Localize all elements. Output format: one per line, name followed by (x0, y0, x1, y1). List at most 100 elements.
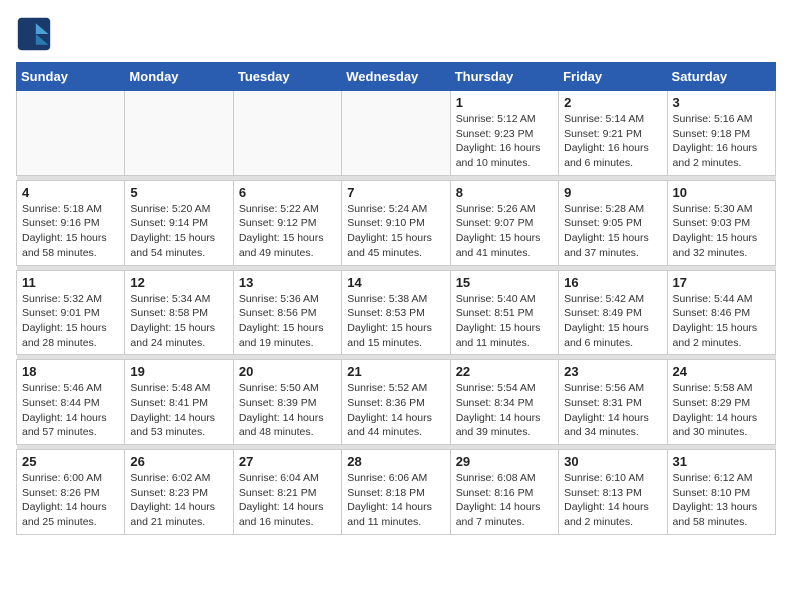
calendar-cell: 2 Sunrise: 5:14 AMSunset: 9:21 PMDaylight… (559, 91, 667, 176)
day-number: 14 (347, 275, 444, 290)
weekday-header: Wednesday (342, 63, 450, 91)
calendar-cell: 10Sunrise: 5:30 AMSunset: 9:03 PMDayligh… (667, 180, 775, 265)
calendar-cell (342, 91, 450, 176)
calendar-week-row: 25 Sunrise: 6:00 AMSunset: 8:26 PMDayligh… (17, 450, 776, 535)
calendar-cell: 6Sunrise: 5:22 AMSunset: 9:12 PMDaylight… (233, 180, 341, 265)
day-info: Sunrise: 6:00 AMSunset: 8:26 PMDaylight:… (22, 471, 119, 530)
day-number: 9 (564, 185, 661, 200)
calendar-header-row: SundayMondayTuesdayWednesdayThursdayFrid… (17, 63, 776, 91)
day-number: 16 (564, 275, 661, 290)
calendar-cell (125, 91, 233, 176)
calendar-cell (233, 91, 341, 176)
day-number: 3 (673, 95, 770, 110)
day-number: 15 (456, 275, 553, 290)
calendar-body: 1Sunrise: 5:12 AMSunset: 9:23 PMDaylight… (17, 91, 776, 535)
logo-icon (16, 16, 52, 52)
calendar-cell: 16 Sunrise: 5:42 AMSunset: 8:49 PMDayligh… (559, 270, 667, 355)
weekday-header: Saturday (667, 63, 775, 91)
calendar-cell: 19 Sunrise: 5:48 AMSunset: 8:41 PMDayligh… (125, 360, 233, 445)
calendar-cell: 3 Sunrise: 5:16 AMSunset: 9:18 PMDaylight… (667, 91, 775, 176)
day-info: Sunrise: 5:22 AMSunset: 9:12 PMDaylight:… (239, 202, 336, 261)
day-number: 11 (22, 275, 119, 290)
weekday-header: Friday (559, 63, 667, 91)
calendar-cell: 29 Sunrise: 6:08 AMSunset: 8:16 PMDayligh… (450, 450, 558, 535)
day-number: 18 (22, 364, 119, 379)
day-number: 12 (130, 275, 227, 290)
calendar-cell: 8Sunrise: 5:26 AMSunset: 9:07 PMDaylight… (450, 180, 558, 265)
calendar-cell: 24Sunrise: 5:58 AMSunset: 8:29 PMDayligh… (667, 360, 775, 445)
day-info: Sunrise: 6:04 AMSunset: 8:21 PMDaylight:… (239, 471, 336, 530)
day-number: 29 (456, 454, 553, 469)
day-number: 8 (456, 185, 553, 200)
day-info: Sunrise: 6:12 AMSunset: 8:10 PMDaylight:… (673, 471, 770, 530)
calendar-cell: 27 Sunrise: 6:04 AMSunset: 8:21 PMDayligh… (233, 450, 341, 535)
day-number: 31 (673, 454, 770, 469)
day-info: Sunrise: 6:08 AMSunset: 8:16 PMDaylight:… (456, 471, 553, 530)
day-info: Sunrise: 5:34 AMSunset: 8:58 PMDaylight:… (130, 292, 227, 351)
calendar-cell: 15 Sunrise: 5:40 AMSunset: 8:51 PMDayligh… (450, 270, 558, 355)
calendar-cell: 22 Sunrise: 5:54 AMSunset: 8:34 PMDayligh… (450, 360, 558, 445)
header (16, 16, 776, 52)
day-number: 26 (130, 454, 227, 469)
calendar-cell: 31 Sunrise: 6:12 AMSunset: 8:10 PMDayligh… (667, 450, 775, 535)
calendar-cell: 21 Sunrise: 5:52 AMSunset: 8:36 PMDayligh… (342, 360, 450, 445)
calendar-cell: 23Sunrise: 5:56 AMSunset: 8:31 PMDayligh… (559, 360, 667, 445)
day-number: 21 (347, 364, 444, 379)
calendar: SundayMondayTuesdayWednesdayThursdayFrid… (16, 62, 776, 535)
day-number: 23 (564, 364, 661, 379)
calendar-cell: 13 Sunrise: 5:36 AMSunset: 8:56 PMDayligh… (233, 270, 341, 355)
day-number: 13 (239, 275, 336, 290)
day-number: 19 (130, 364, 227, 379)
day-number: 30 (564, 454, 661, 469)
weekday-header: Thursday (450, 63, 558, 91)
calendar-cell: 7Sunrise: 5:24 AMSunset: 9:10 PMDaylight… (342, 180, 450, 265)
day-info: Sunrise: 5:44 AMSunset: 8:46 PMDaylight:… (673, 292, 770, 351)
calendar-cell: 30 Sunrise: 6:10 AMSunset: 8:13 PMDayligh… (559, 450, 667, 535)
day-info: Sunrise: 5:40 AMSunset: 8:51 PMDaylight:… (456, 292, 553, 351)
day-number: 24 (673, 364, 770, 379)
day-info: Sunrise: 5:28 AMSunset: 9:05 PMDaylight:… (564, 202, 661, 261)
day-info: Sunrise: 5:16 AMSunset: 9:18 PMDaylight:… (673, 112, 770, 171)
day-info: Sunrise: 5:36 AMSunset: 8:56 PMDaylight:… (239, 292, 336, 351)
calendar-week-row: 11Sunrise: 5:32 AMSunset: 9:01 PMDayligh… (17, 270, 776, 355)
weekday-header: Monday (125, 63, 233, 91)
day-number: 22 (456, 364, 553, 379)
day-number: 20 (239, 364, 336, 379)
calendar-cell: 4 Sunrise: 5:18 AMSunset: 9:16 PMDaylight… (17, 180, 125, 265)
calendar-week-row: 4 Sunrise: 5:18 AMSunset: 9:16 PMDaylight… (17, 180, 776, 265)
day-number: 5 (130, 185, 227, 200)
day-number: 4 (22, 185, 119, 200)
calendar-cell: 25 Sunrise: 6:00 AMSunset: 8:26 PMDayligh… (17, 450, 125, 535)
day-info: Sunrise: 6:06 AMSunset: 8:18 PMDaylight:… (347, 471, 444, 530)
day-info: Sunrise: 5:30 AMSunset: 9:03 PMDaylight:… (673, 202, 770, 261)
calendar-cell: 11Sunrise: 5:32 AMSunset: 9:01 PMDayligh… (17, 270, 125, 355)
day-info: Sunrise: 5:14 AMSunset: 9:21 PMDaylight:… (564, 112, 661, 171)
day-number: 7 (347, 185, 444, 200)
day-number: 17 (673, 275, 770, 290)
calendar-cell: 5 Sunrise: 5:20 AMSunset: 9:14 PMDaylight… (125, 180, 233, 265)
weekday-header: Sunday (17, 63, 125, 91)
day-number: 27 (239, 454, 336, 469)
day-info: Sunrise: 5:18 AMSunset: 9:16 PMDaylight:… (22, 202, 119, 261)
calendar-cell: 28 Sunrise: 6:06 AMSunset: 8:18 PMDayligh… (342, 450, 450, 535)
day-info: Sunrise: 5:52 AMSunset: 8:36 PMDaylight:… (347, 381, 444, 440)
calendar-cell: 9 Sunrise: 5:28 AMSunset: 9:05 PMDaylight… (559, 180, 667, 265)
day-number: 1 (456, 95, 553, 110)
day-info: Sunrise: 6:10 AMSunset: 8:13 PMDaylight:… (564, 471, 661, 530)
day-number: 28 (347, 454, 444, 469)
calendar-week-row: 1Sunrise: 5:12 AMSunset: 9:23 PMDaylight… (17, 91, 776, 176)
calendar-cell: 26Sunrise: 6:02 AMSunset: 8:23 PMDayligh… (125, 450, 233, 535)
logo (16, 16, 58, 52)
day-info: Sunrise: 5:46 AMSunset: 8:44 PMDaylight:… (22, 381, 119, 440)
calendar-cell: 20Sunrise: 5:50 AMSunset: 8:39 PMDayligh… (233, 360, 341, 445)
day-info: Sunrise: 5:42 AMSunset: 8:49 PMDaylight:… (564, 292, 661, 351)
day-info: Sunrise: 5:48 AMSunset: 8:41 PMDaylight:… (130, 381, 227, 440)
day-number: 25 (22, 454, 119, 469)
calendar-cell: 12 Sunrise: 5:34 AMSunset: 8:58 PMDayligh… (125, 270, 233, 355)
day-info: Sunrise: 5:20 AMSunset: 9:14 PMDaylight:… (130, 202, 227, 261)
day-number: 2 (564, 95, 661, 110)
day-info: Sunrise: 5:54 AMSunset: 8:34 PMDaylight:… (456, 381, 553, 440)
calendar-cell: 18 Sunrise: 5:46 AMSunset: 8:44 PMDayligh… (17, 360, 125, 445)
calendar-cell: 14Sunrise: 5:38 AMSunset: 8:53 PMDayligh… (342, 270, 450, 355)
calendar-cell (17, 91, 125, 176)
